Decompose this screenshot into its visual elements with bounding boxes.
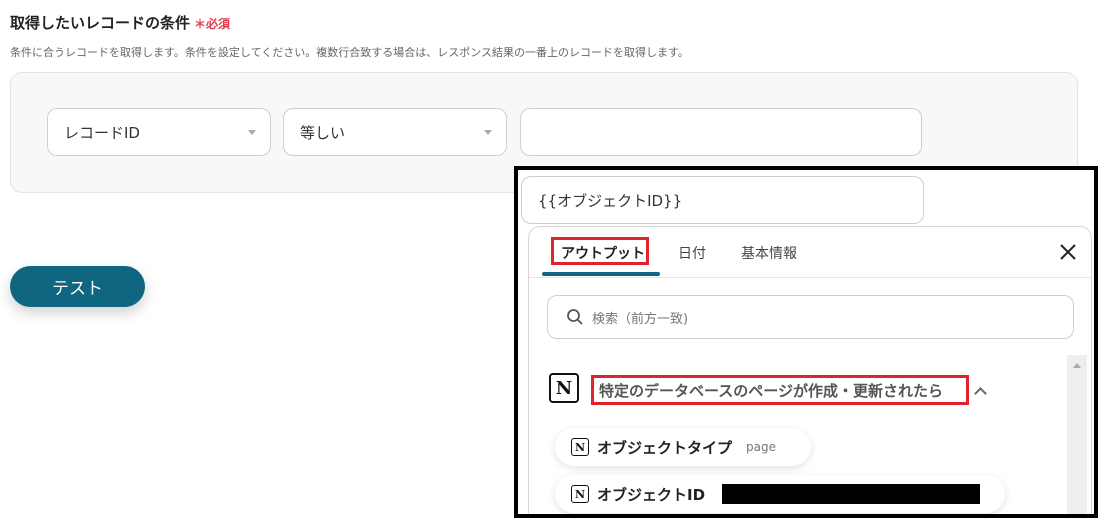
notion-icon: N [549, 373, 579, 403]
search-icon [567, 309, 583, 325]
highlight-frame: {{オブジェクトID}} アウトプット 日付 基本情報 検索（前方一致) N 特… [514, 166, 1098, 518]
field-select[interactable]: レコードID [47, 108, 271, 156]
active-tab-indicator [542, 272, 660, 276]
redacted-value [722, 484, 980, 504]
search-placeholder: 検索（前方一致) [592, 311, 689, 327]
output-item-label: オブジェクトタイプ [597, 438, 733, 457]
required-mark: ＊ [194, 17, 207, 31]
close-icon[interactable] [1059, 243, 1077, 261]
tab-date[interactable]: 日付 [678, 243, 706, 263]
chevron-down-icon [484, 130, 492, 135]
object-id-input[interactable]: {{オブジェクトID}} [521, 176, 924, 224]
operator-select[interactable]: 等しい [283, 108, 507, 156]
notion-icon: N [571, 438, 589, 456]
condition-value-input[interactable] [520, 108, 922, 156]
output-item-label: オブジェクトID [597, 485, 706, 504]
object-id-input-value: {{オブジェクトID}} [538, 191, 683, 210]
variable-picker-dropdown: アウトプット 日付 基本情報 検索（前方一致) N 特定のデータベースのページが… [528, 226, 1092, 514]
notion-icon: N [571, 485, 589, 503]
test-button[interactable]: テスト [10, 266, 145, 307]
operator-select-value: 等しい [300, 123, 346, 142]
required-badge: ＊必須 [194, 17, 230, 31]
search-input[interactable]: 検索（前方一致) [547, 295, 1074, 339]
field-select-value: レコードID [64, 123, 140, 142]
group-label: 特定のデータベースのページが作成・更新されたら [599, 382, 943, 400]
scroll-up-icon[interactable] [1073, 363, 1081, 368]
tab-basic-info[interactable]: 基本情報 [741, 243, 797, 263]
picker-tabs: アウトプット 日付 基本情報 [529, 227, 1091, 278]
scrollbar[interactable] [1067, 355, 1087, 514]
output-item-object-type[interactable]: N オブジェクトタイプ page [555, 428, 811, 466]
tab-output[interactable]: アウトプット [561, 243, 645, 263]
required-label: 必須 [206, 17, 231, 31]
section-title: 取得したいレコードの条件 ＊必須 [10, 12, 230, 33]
chevron-down-icon [248, 130, 256, 135]
section-description: 条件に合うレコードを取得します。条件を設定してください。複数行合致する場合は、レ… [10, 46, 689, 59]
section-title-text: 取得したいレコードの条件 [10, 14, 191, 32]
output-item-value: page [746, 440, 776, 454]
